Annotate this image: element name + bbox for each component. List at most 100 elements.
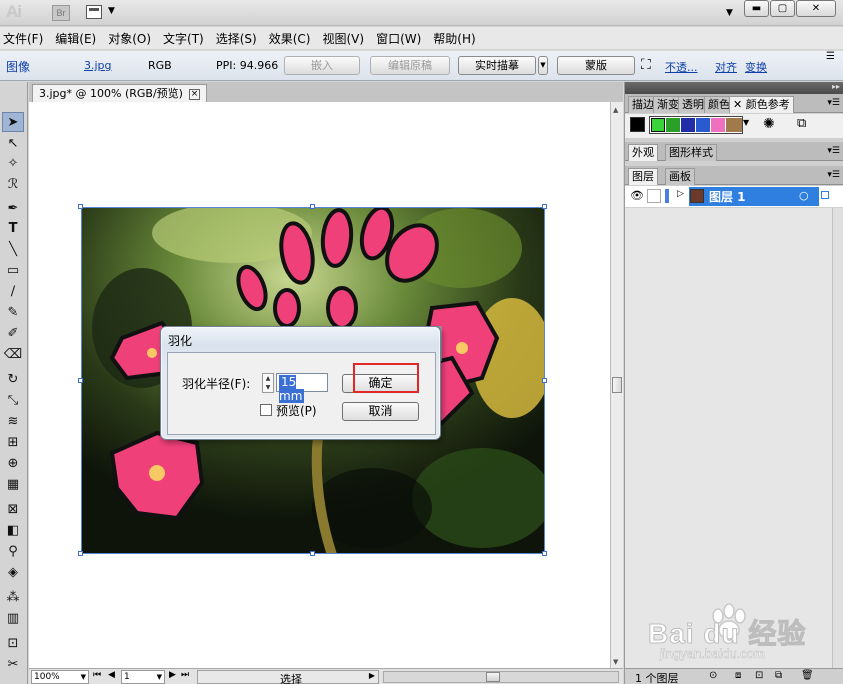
transform-link[interactable]: 变换 [745,59,767,75]
horizontal-scrollbar[interactable] [383,671,619,683]
resize-handle[interactable] [310,551,315,556]
new-sublayer-icon[interactable]: ⊡ [755,670,763,681]
trash-icon[interactable]: 🗑 [801,670,814,681]
arrange-documents-button[interactable]: ▼ [86,4,118,22]
harmony-colors-strip[interactable] [649,116,743,134]
scroll-up-icon[interactable]: ▲ [613,106,618,114]
radius-stepper[interactable]: ▲ ▼ [262,373,274,393]
edit-original-button[interactable]: 编辑原稿 [370,56,450,75]
zoom-select[interactable]: 100% ▼ [31,670,89,684]
scrollbar-thumb[interactable] [612,377,622,393]
harmony-swatch[interactable] [666,118,680,132]
scrollbar-thumb[interactable] [486,672,500,682]
resize-handle[interactable] [542,551,547,556]
menu-object[interactable]: 对象(O) [105,30,160,47]
resize-handle[interactable] [310,204,315,209]
close-button[interactable]: ✕ [796,0,836,17]
free-transform-tool-icon[interactable]: ⊞ [2,433,24,453]
magic-wand-tool-icon[interactable]: ✧ [2,154,24,174]
chevron-down-icon[interactable]: ▼ [263,383,273,392]
menu-file[interactable]: 文件(F) [0,30,52,47]
previous-artboard-icon[interactable]: ◀ [108,670,115,680]
selection-tool-icon[interactable]: ➤ [2,112,24,132]
pen-tool-icon[interactable]: ✒ [2,199,24,219]
rectangle-tool-icon[interactable]: ▭ [2,261,24,281]
linked-file-link[interactable]: 3.jpg [84,59,112,72]
tab-color-guide[interactable]: ✕ 颜色参考 [729,96,794,113]
minimize-button[interactable]: ▬ [744,0,769,17]
selection-indicator[interactable] [821,191,829,199]
vertical-scrollbar[interactable]: ▲ ▼ [610,102,623,668]
resize-handle[interactable] [78,551,83,556]
preview-checkbox[interactable] [260,404,272,416]
perspective-grid-tool-icon[interactable]: ▦ [2,475,24,495]
menu-type[interactable]: 文字(T) [160,30,213,47]
clipping-mask-icon[interactable]: ⧈ [735,670,741,681]
pencil-tool-icon[interactable]: ✎ [2,303,24,323]
gradient-tool-icon[interactable]: ◧ [2,521,24,541]
slice-tool-icon[interactable]: ✂ [2,655,24,675]
panel-menu-icon[interactable]: ▾☰ [827,146,840,156]
type-tool-icon[interactable]: T [2,219,24,239]
close-icon[interactable]: ✕ [733,98,742,111]
blob-brush-tool-icon[interactable]: ✐ [2,324,24,344]
lock-toggle[interactable] [647,189,661,203]
base-color-swatch[interactable] [630,117,645,132]
layer-name[interactable]: 图层 1 [709,188,746,205]
tab-appearance[interactable]: 外观 [628,144,658,161]
close-icon[interactable]: × [188,88,200,100]
align-link[interactable]: 对齐 [715,59,737,75]
live-trace-button[interactable]: 实时描摹 [458,56,536,75]
harmony-swatch[interactable] [711,118,725,132]
scale-tool-icon[interactable]: ⤡ [2,391,24,411]
menu-effect[interactable]: 效果(C) [266,30,320,47]
scroll-down-icon[interactable]: ▼ [613,658,618,666]
chevron-up-icon[interactable]: ▲ [263,374,273,383]
locate-object-icon[interactable]: ⊙ [709,670,717,681]
lasso-tool-icon[interactable]: ℛ [2,175,24,195]
document-tab[interactable]: 3.jpg* @ 100% (RGB/预览) × [32,84,207,102]
mask-button[interactable]: 蒙版 [557,56,635,75]
menu-select[interactable]: 选择(S) [213,30,266,47]
edit-colors-icon[interactable]: ✺ [763,116,775,132]
embed-button[interactable]: 嵌入 [284,56,360,75]
last-artboard-icon[interactable]: ⏭ [181,670,189,680]
menu-help[interactable]: 帮助(H) [430,30,484,47]
next-artboard-icon[interactable]: ▶ [169,670,176,680]
layer-row[interactable]: 👁 ▷ 图层 1 ○ [625,186,843,207]
paintbrush-tool-icon[interactable]: ∕ [2,282,24,302]
eyedropper-tool-icon[interactable]: ⚲ [2,542,24,562]
harmony-swatch[interactable] [681,118,695,132]
panel-menu-icon[interactable]: ▾☰ [827,98,840,108]
resize-handle[interactable] [542,204,547,209]
menu-view[interactable]: 视图(V) [319,30,373,47]
tab-layers[interactable]: 图层 [628,168,658,185]
artboard-tool-icon[interactable]: ⊡ [2,634,24,654]
rotate-tool-icon[interactable]: ↻ [2,370,24,390]
resize-handle[interactable] [542,378,547,383]
resize-handle[interactable] [78,204,83,209]
symbol-sprayer-tool-icon[interactable]: ⁂ [2,588,24,608]
harmony-swatch[interactable] [726,118,742,132]
opacity-link[interactable]: 不透... [665,59,698,75]
artboard-select[interactable]: 1 ▼ [121,670,165,684]
eye-icon[interactable]: 👁 [630,189,644,202]
direct-selection-tool-icon[interactable]: ↖ [2,134,24,154]
warp-tool-icon[interactable]: ≋ [2,412,24,432]
feather-radius-input[interactable]: 15 mm [276,373,328,403]
resize-handle[interactable] [78,378,83,383]
tab-graphic-styles[interactable]: 图形样式 [665,144,717,161]
save-color-group-icon[interactable]: ⧉ [797,116,806,131]
workspace-switcher[interactable]: ▼ [726,4,733,22]
mesh-tool-icon[interactable]: ⊠ [2,500,24,520]
menu-window[interactable]: 窗口(W) [373,30,430,47]
expand-triangle-icon[interactable]: ▷ [677,189,684,199]
harmony-swatch[interactable] [696,118,710,132]
harmony-swatch[interactable] [651,118,665,132]
panel-menu-icon[interactable]: ▾☰ [827,170,840,180]
column-graph-tool-icon[interactable]: ▥ [2,609,24,629]
transform-icon[interactable]: ⛶ [641,57,651,73]
menu-edit[interactable]: 编辑(E) [52,30,105,47]
bridge-button[interactable]: Br [52,5,70,21]
maximize-button[interactable]: ▢ [770,0,795,17]
